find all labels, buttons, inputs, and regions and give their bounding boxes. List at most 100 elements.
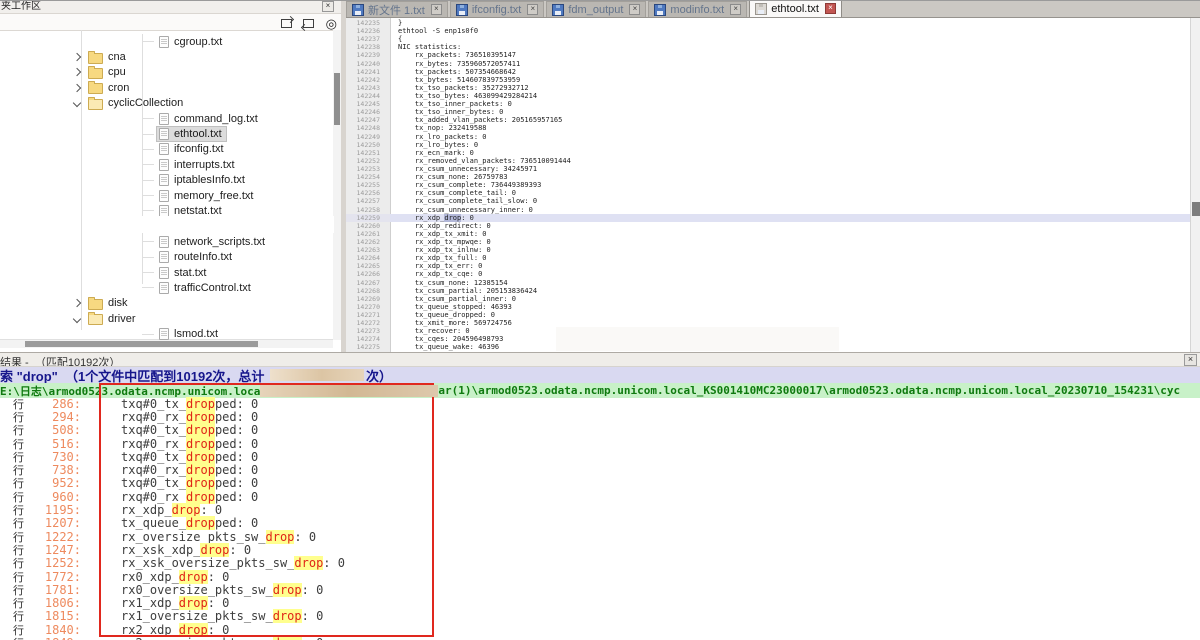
editor-line[interactable]: 142260 rx_xdp_redirect: 0 bbox=[346, 222, 1190, 230]
locate-file-icon[interactable]: ◎ bbox=[326, 17, 337, 30]
editor-line[interactable]: 142268 tx_csum_partial: 205153836424 bbox=[346, 287, 1190, 295]
tree-file-command_log.txt[interactable]: command_log.txt bbox=[0, 111, 333, 126]
tree-item-box[interactable]: cgroup.txt bbox=[156, 34, 227, 50]
tree-folder-cna[interactable]: cna bbox=[0, 49, 333, 64]
tree-horizontal-scrollbar[interactable] bbox=[0, 339, 333, 348]
editor-vscroll-thumb[interactable] bbox=[1192, 202, 1200, 216]
editor-line[interactable]: 142243 tx_tso_packets: 35272932712 bbox=[346, 84, 1190, 92]
result-file-path-row[interactable]: E:\日志\armod0523.odata.ncmp.unicom.loca a… bbox=[0, 383, 1200, 398]
editor-line[interactable]: 142244 tx_tso_bytes: 463099429284214 bbox=[346, 92, 1190, 100]
tab-close-icon[interactable]: × bbox=[527, 4, 538, 15]
tree-file-ethtool.txt[interactable]: ethtool.txt bbox=[0, 126, 333, 141]
editor-line[interactable]: 142245 tx_tso_inner_packets: 0 bbox=[346, 100, 1190, 108]
tree-file-routeInfo.txt[interactable]: routeInfo.txt bbox=[0, 249, 333, 264]
result-row[interactable]: 行1781:rx0_oversize_pkts_sw_drop: 0 bbox=[0, 583, 1200, 596]
tree-item-box[interactable]: network_scripts.txt bbox=[156, 234, 270, 250]
workspace-close-icon[interactable]: × bbox=[322, 1, 334, 12]
results-close-icon[interactable]: × bbox=[1184, 354, 1197, 366]
tree-item-box[interactable]: routeInfo.txt bbox=[156, 249, 237, 265]
editor-line[interactable]: 142252 rx_removed_vlan_packets: 73651009… bbox=[346, 157, 1190, 165]
result-row[interactable]: 行1806:rx1_xdp_drop: 0 bbox=[0, 596, 1200, 609]
result-row[interactable]: 行1195:rx_xdp_drop: 0 bbox=[0, 503, 1200, 516]
tree-item-box[interactable]: command_log.txt bbox=[156, 111, 263, 127]
tab-ethtool.txt[interactable]: ethtool.txt× bbox=[749, 0, 842, 17]
tree-file-stat.txt[interactable]: stat.txt bbox=[0, 265, 333, 280]
tab-modinfo.txt[interactable]: modinfo.txt× bbox=[648, 1, 747, 17]
editor-line[interactable]: 142253 rx_csum_unnecessary: 34245971 bbox=[346, 165, 1190, 173]
chevron-right-icon[interactable] bbox=[73, 84, 81, 92]
editor-line[interactable]: 142265 rx_xdp_tx_err: 0 bbox=[346, 262, 1190, 270]
tab-ifconfig.txt[interactable]: ifconfig.txt× bbox=[450, 1, 545, 17]
tree-file-ifconfig.txt[interactable]: ifconfig.txt bbox=[0, 142, 333, 157]
tree-item-box[interactable]: ifconfig.txt bbox=[156, 141, 229, 157]
editor-line[interactable]: 142241 tx_packets: 507354668642 bbox=[346, 68, 1190, 76]
tree-item-box[interactable]: iptablesInfo.txt bbox=[156, 172, 250, 188]
collapse-window-icon[interactable] bbox=[303, 19, 314, 28]
editor-line[interactable]: 142236ethtool -S enp1s0f0 bbox=[346, 27, 1190, 35]
tab-close-icon[interactable]: × bbox=[730, 4, 741, 15]
chevron-down-icon[interactable] bbox=[73, 314, 81, 322]
editor-line[interactable]: 142239 rx_packets: 736510395147 bbox=[346, 51, 1190, 59]
editor-line[interactable]: 142249 rx_lro_packets: 0 bbox=[346, 133, 1190, 141]
editor-line[interactable]: 142262 rx_xdp_tx_mpwqe: 0 bbox=[346, 238, 1190, 246]
editor-line[interactable]: 142248 tx_nop: 232419588 bbox=[346, 124, 1190, 132]
editor-line[interactable]: 142257 rx_csum_complete_tail_slow: 0 bbox=[346, 197, 1190, 205]
result-row[interactable]: 行1207:tx_queue_dropped: 0 bbox=[0, 517, 1200, 530]
tree-folder-cpu[interactable]: cpu bbox=[0, 65, 333, 80]
editor-line[interactable]: 142264 rx_xdp_tx_full: 0 bbox=[346, 254, 1190, 262]
tree-file-cgroup.txt[interactable]: cgroup.txt bbox=[0, 34, 333, 49]
editor-line[interactable]: 142247 tx_added_vlan_packets: 2051659571… bbox=[346, 116, 1190, 124]
editor-line[interactable]: 142266 rx_xdp_tx_cqe: 0 bbox=[346, 270, 1190, 278]
editor-line[interactable]: 142251 rx_ecn_mark: 0 bbox=[346, 149, 1190, 157]
editor-vertical-scrollbar[interactable] bbox=[1190, 18, 1200, 352]
chevron-right-icon[interactable] bbox=[73, 299, 81, 307]
result-row[interactable]: 行1247:rx_xsk_xdp_drop: 0 bbox=[0, 543, 1200, 556]
tree-folder-disk[interactable]: disk bbox=[0, 296, 333, 311]
tab-close-icon[interactable]: × bbox=[431, 4, 442, 15]
editor-line[interactable]: 142256 rx_csum_complete_tail: 0 bbox=[346, 189, 1190, 197]
editor[interactable]: 142235}142236ethtool -S enp1s0f0142237{1… bbox=[346, 18, 1190, 352]
editor-line[interactable]: 142242 tx_bytes: 514607839753959 bbox=[346, 76, 1190, 84]
result-row[interactable]: 行1840:rx2_xdp_drop: 0 bbox=[0, 623, 1200, 636]
tree-file-network_scripts.txt[interactable]: network_scripts.txt bbox=[0, 234, 333, 249]
tree-item-box[interactable]: memory_free.txt bbox=[156, 188, 258, 204]
tree-file-trafficControl.txt[interactable]: trafficControl.txt bbox=[0, 280, 333, 295]
result-row[interactable]: 行1815:rx1_oversize_pkts_sw_drop: 0 bbox=[0, 610, 1200, 623]
editor-line[interactable]: 142246 tx_tso_inner_bytes: 0 bbox=[346, 108, 1190, 116]
result-row[interactable]: 行960:rxq#0_rx_dropped: 0 bbox=[0, 490, 1200, 503]
editor-line[interactable]: 142254 rx_csum_none: 26759783 bbox=[346, 173, 1190, 181]
editor-line[interactable]: 142238NIC statistics: bbox=[346, 43, 1190, 51]
result-row[interactable]: 行952:txq#0_tx_dropped: 0 bbox=[0, 477, 1200, 490]
editor-line[interactable]: 142269 tx_csum_partial_inner: 0 bbox=[346, 295, 1190, 303]
result-row[interactable]: 行1772:rx0_xdp_drop: 0 bbox=[0, 570, 1200, 583]
result-row[interactable]: 行1222:rx_oversize_pkts_sw_drop: 0 bbox=[0, 530, 1200, 543]
editor-current-line[interactable]: 142259 rx_xdp_drop: 0 bbox=[346, 214, 1190, 222]
result-row[interactable]: 行286:txq#0_tx_dropped: 0 bbox=[0, 397, 1200, 410]
tab-close-icon[interactable]: × bbox=[825, 3, 836, 14]
result-row[interactable]: 行738:rxq#0_rx_dropped: 0 bbox=[0, 463, 1200, 476]
tree-item-box[interactable]: stat.txt bbox=[156, 265, 211, 281]
tree-file-memory_free.txt[interactable]: memory_free.txt bbox=[0, 188, 333, 203]
tree-file-iptablesInfo.txt[interactable]: iptablesInfo.txt bbox=[0, 173, 333, 188]
result-row[interactable]: 行1252:rx_xsk_oversize_pkts_sw_drop: 0 bbox=[0, 557, 1200, 570]
result-row[interactable]: 行294:rxq#0_rx_dropped: 0 bbox=[0, 410, 1200, 423]
tree-folder-driver[interactable]: driver bbox=[0, 311, 333, 326]
tree-file-interrupts.txt[interactable]: interrupts.txt bbox=[0, 157, 333, 172]
editor-line[interactable]: 142272 tx_xmit_more: 569724756 bbox=[346, 319, 1190, 327]
editor-line[interactable]: 142261 rx_xdp_tx_xmit: 0 bbox=[346, 230, 1190, 238]
chevron-down-icon[interactable] bbox=[73, 99, 81, 107]
editor-line[interactable]: 142250 rx_lro_bytes: 0 bbox=[346, 141, 1190, 149]
tab-新文件 1.txt[interactable]: 新文件 1.txt× bbox=[346, 1, 448, 17]
editor-line[interactable]: 142263 rx_xdp_tx_inlnw: 0 bbox=[346, 246, 1190, 254]
result-row[interactable]: 行1849:rx2_oversize_pkts_sw_drop: 0 bbox=[0, 636, 1200, 640]
tree-vertical-scrollbar[interactable] bbox=[333, 30, 341, 340]
tree-vscroll-thumb[interactable] bbox=[334, 73, 340, 125]
tree-item-box[interactable]: trafficControl.txt bbox=[156, 280, 256, 296]
tree-item-box[interactable]: ethtool.txt bbox=[156, 126, 227, 142]
tree-file-lsmod.txt[interactable]: lsmod.txt bbox=[0, 326, 333, 340]
tab-close-icon[interactable]: × bbox=[629, 4, 640, 15]
editor-line[interactable]: 142267 tx_csum_none: 12385154 bbox=[346, 279, 1190, 287]
editor-line[interactable]: 142240 rx_bytes: 735960572057411 bbox=[346, 60, 1190, 68]
editor-line[interactable]: 142235} bbox=[346, 19, 1190, 27]
expand-window-icon[interactable] bbox=[281, 19, 292, 28]
